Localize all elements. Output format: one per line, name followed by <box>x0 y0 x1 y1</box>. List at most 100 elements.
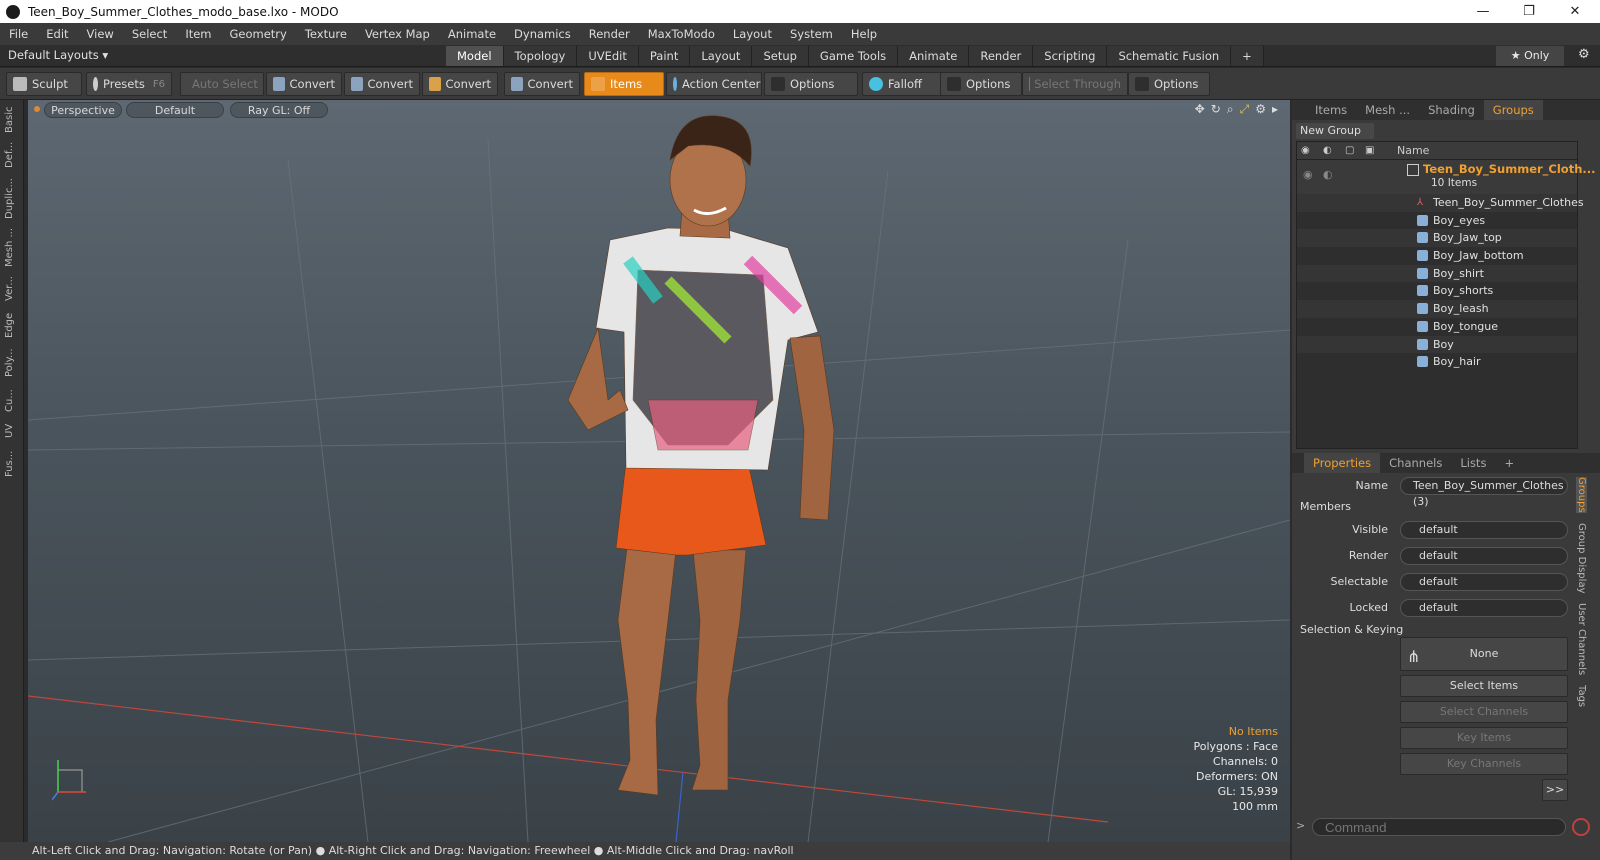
tab-items[interactable]: Items <box>1306 100 1356 120</box>
tab-polygon[interactable]: Poly... <box>4 344 20 382</box>
restore-icon[interactable]: ❐ <box>1506 0 1552 23</box>
locked-select[interactable]: default <box>1400 599 1568 617</box>
command-input[interactable] <box>1312 818 1566 836</box>
list-item[interactable]: Boy_eyes <box>1297 212 1577 230</box>
record-icon[interactable] <box>1572 818 1590 836</box>
menu-edit[interactable]: Edit <box>37 27 77 41</box>
select-through-button[interactable]: Select Through <box>1022 72 1128 96</box>
new-group-button[interactable]: New Group <box>1296 123 1374 139</box>
items-mode-button[interactable]: Items <box>584 72 664 96</box>
menu-maxtomodo[interactable]: MaxToModo <box>639 27 724 41</box>
zoom-icon[interactable]: ⌕ <box>1227 102 1234 117</box>
view-type-button[interactable]: Perspective <box>44 102 122 118</box>
rotate-icon[interactable]: ↻ <box>1211 102 1221 117</box>
side-tab-group-display[interactable]: Group Display <box>1576 523 1587 593</box>
side-tab-user-channels[interactable]: User Channels <box>1576 603 1587 675</box>
key-items-button[interactable]: Key Items <box>1400 727 1568 749</box>
selection-keying-section[interactable]: Selection & Keying <box>1300 623 1403 636</box>
eye-icon[interactable]: ◉ <box>1303 168 1313 181</box>
tab-game-tools[interactable]: Game Tools <box>808 46 899 66</box>
tree-root-group[interactable]: ◉ ◐ Teen_Boy_Summer_Cloth... 10 Items <box>1297 160 1596 194</box>
3d-viewport[interactable]: Perspective Default Ray GL: Off ✥ ↻ ⌕ ⤢ … <box>28 100 1290 842</box>
select-through-options-button[interactable]: Options <box>1128 72 1210 96</box>
menu-texture[interactable]: Texture <box>296 27 356 41</box>
tab-properties[interactable]: Properties <box>1304 453 1381 473</box>
tab-vertex[interactable]: Ver... <box>4 272 20 306</box>
list-item[interactable]: Boy_tongue <box>1297 318 1577 336</box>
tab-lists[interactable]: Lists <box>1451 453 1495 473</box>
visible-select[interactable]: default <box>1400 521 1568 539</box>
tab-schematic-fusion[interactable]: Schematic Fusion <box>1107 46 1232 66</box>
sculpt-button[interactable]: Sculpt <box>6 72 82 96</box>
render-select[interactable]: default <box>1400 547 1568 565</box>
raygl-button[interactable]: Ray GL: Off <box>230 102 328 118</box>
menu-animate[interactable]: Animate <box>439 27 505 41</box>
convert-polygons-button[interactable]: Convert <box>422 72 498 96</box>
tab-basic[interactable]: Basic <box>4 106 20 134</box>
convert-items-button[interactable]: Convert <box>504 72 580 96</box>
falloff-options-button[interactable]: Options <box>940 72 1022 96</box>
selectable-select[interactable]: default <box>1400 573 1568 591</box>
menu-layout[interactable]: Layout <box>724 27 781 41</box>
add-tab-button[interactable]: + <box>1231 46 1264 66</box>
convert-edges-button[interactable]: Convert <box>344 72 420 96</box>
menu-vertex-map[interactable]: Vertex Map <box>356 27 439 41</box>
tab-render[interactable]: Render <box>969 46 1034 66</box>
side-tab-groups[interactable]: Groups <box>1576 477 1587 513</box>
tab-uv[interactable]: UV <box>4 420 20 442</box>
list-item[interactable]: Boy_shirt <box>1297 264 1577 283</box>
action-center-button[interactable]: Action Center <box>666 72 762 96</box>
tab-curve[interactable]: Cu... <box>4 386 20 416</box>
default-layouts-dropdown[interactable]: Default Layouts ▾ <box>8 48 108 62</box>
auto-select-button[interactable]: Auto Select <box>180 72 264 96</box>
list-item[interactable]: Boy_Jaw_bottom <box>1297 247 1577 265</box>
expand-arrow-icon[interactable]: ▸ <box>1272 102 1278 117</box>
none-button[interactable]: ⋔ None <box>1400 637 1568 671</box>
shading-mode-button[interactable]: Default <box>126 102 224 118</box>
menu-select[interactable]: Select <box>123 27 176 41</box>
members-section[interactable]: Members <box>1300 500 1351 513</box>
menu-view[interactable]: View <box>78 27 123 41</box>
tab-mesh-ops[interactable]: Mesh ... <box>1356 100 1419 120</box>
tab-uvedit[interactable]: UVEdit <box>577 46 639 66</box>
list-item[interactable]: Boy_Jaw_top <box>1297 229 1577 248</box>
side-tab-tags[interactable]: Tags <box>1576 685 1587 707</box>
close-icon[interactable]: ✕ <box>1552 0 1598 23</box>
menu-render[interactable]: Render <box>580 27 639 41</box>
menu-help[interactable]: Help <box>842 27 886 41</box>
tab-channels[interactable]: Channels <box>1380 453 1451 473</box>
list-item[interactable]: Boy_hair <box>1297 353 1577 371</box>
tab-paint[interactable]: Paint <box>638 46 691 66</box>
tab-deform[interactable]: Def... <box>4 138 20 172</box>
viewport-settings-icon[interactable]: ⚙ <box>1255 102 1266 117</box>
minimize-icon[interactable]: — <box>1460 0 1506 23</box>
list-item[interactable]: Boy_leash <box>1297 300 1577 318</box>
tab-model[interactable]: Model <box>446 46 504 66</box>
tab-setup[interactable]: Setup <box>752 46 809 66</box>
menu-item[interactable]: Item <box>176 27 220 41</box>
more-button[interactable]: >> <box>1542 779 1568 801</box>
key-channels-button[interactable]: Key Channels <box>1400 753 1568 775</box>
list-item[interactable]: Boy_shorts <box>1297 282 1577 300</box>
tab-duplicate[interactable]: Duplic... <box>4 176 20 222</box>
menu-dynamics[interactable]: Dynamics <box>505 27 580 41</box>
tab-groups[interactable]: Groups <box>1483 100 1543 120</box>
only-toggle[interactable]: ★ Only <box>1496 46 1564 66</box>
menu-geometry[interactable]: Geometry <box>221 27 296 41</box>
gear-icon[interactable]: ⚙ <box>1578 47 1590 62</box>
render-icon[interactable]: ◐ <box>1323 168 1333 181</box>
fit-icon[interactable]: ⤢ <box>1240 102 1250 117</box>
menu-file[interactable]: File <box>0 27 37 41</box>
tab-layout[interactable]: Layout <box>690 46 753 66</box>
tab-mesh[interactable]: Mesh ... <box>4 226 20 268</box>
select-channels-button[interactable]: Select Channels <box>1400 701 1568 723</box>
group-name-field[interactable]: Teen_Boy_Summer_Clothes (3) <box>1400 477 1568 508</box>
tab-edge[interactable]: Edge <box>4 310 20 340</box>
convert-vertices-button[interactable]: Convert <box>266 72 342 96</box>
viewport-options-dot-icon[interactable] <box>34 106 40 112</box>
tab-animate[interactable]: Animate <box>898 46 970 66</box>
select-items-button[interactable]: Select Items <box>1400 675 1568 697</box>
falloff-button[interactable]: Falloff <box>862 72 944 96</box>
tab-shading[interactable]: Shading <box>1419 100 1484 120</box>
pan-icon[interactable]: ✥ <box>1195 102 1205 117</box>
